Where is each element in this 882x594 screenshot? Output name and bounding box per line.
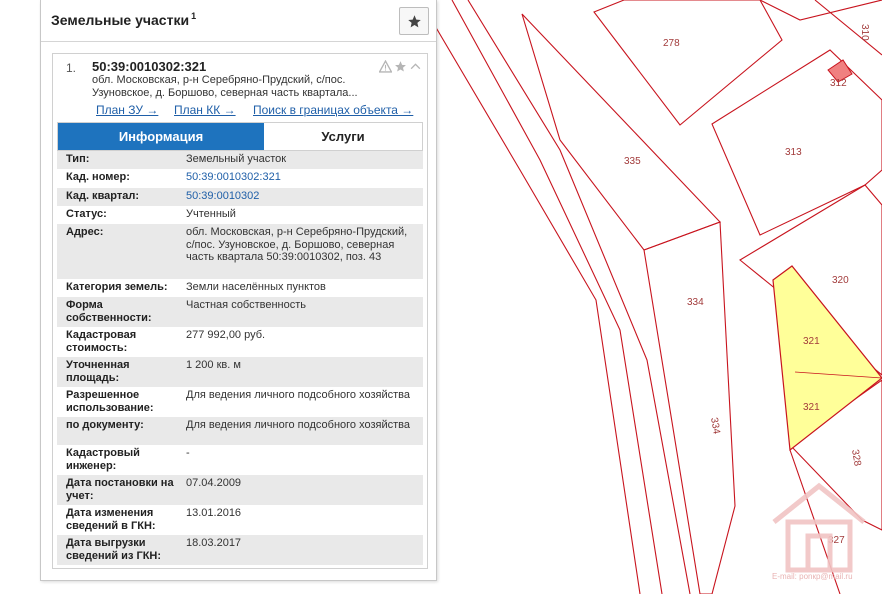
table-row: Кадастровый инженер: - [57,445,423,475]
plot-335[interactable] [521,13,721,251]
result-card: 1. 50:39:0010302:321 обл. Московская, р-… [52,53,428,569]
item-address: обл. Московская, р-н Серебряно-Прудский,… [92,74,358,99]
plot-278[interactable] [593,0,783,126]
watermark-email: E-mail: ponкр@mail.ru [772,572,853,581]
property-key: Дата постановки на учет: [66,477,174,502]
plot-label: 278 [663,38,680,49]
property-key: Адрес: [66,226,104,238]
table-row: Кадастровая стоимость: 277 992,00 руб. [57,327,423,357]
table-row: Адрес: обл. Московская, р-н Серебряно-Пр… [57,224,423,279]
item-index: 1. [66,61,77,75]
property-key: Тип: [66,153,90,165]
plot-label: 334 [708,417,722,436]
property-key: Дата изменения сведений в ГКН: [66,507,156,532]
table-row: Статус: Учтенный [57,206,423,224]
property-value: Земли населённых пунктов [186,281,326,293]
property-key: Кад. номер: [66,171,130,183]
chevron-up-icon[interactable] [409,60,422,78]
property-value: 07.04.2009 [186,477,242,489]
result-count: 1 [191,11,197,21]
plot-label: 321 [803,336,820,347]
favorites-button[interactable] [399,7,429,35]
property-value: Частная собственность [186,299,307,311]
table-row: Категория земель: Земли населённых пункт… [57,279,423,297]
property-key: Статус: [66,208,107,220]
property-key: Категория земель: [66,281,168,293]
plot-label: 320 [832,275,849,286]
table-row: Тип: Земельный участок [57,151,423,169]
property-key: Кадастровый инженер: [66,447,140,472]
property-value: Учтенный [186,208,236,220]
property-value: - [186,447,190,459]
star-icon[interactable] [394,60,407,78]
property-value: 13.01.2016 [186,507,242,519]
table-row: Кад. номер: 50:39:0010302:321 [57,169,423,188]
property-key: Форма собственности: [66,299,152,324]
table-row: по документу: Для ведения личного подсоб… [57,417,423,445]
property-key: Дата выгрузки сведений из ГКН: [66,537,162,562]
plot-334[interactable] [643,221,736,594]
property-key: Разрешенное использование: [66,389,154,414]
search-in-bounds-link[interactable]: Поиск в границах объекта → [253,103,413,117]
plot-label: 312 [830,78,847,89]
plot-label: 334 [687,297,704,308]
cad-quarter-link[interactable]: 50:39:0010302 [186,190,418,203]
property-value: 1 200 кв. м [186,359,241,371]
road-edge [451,0,663,594]
cad-number-link[interactable]: 50:39:0010302:321 [186,171,418,184]
panel-header: Земельные участки 1 [41,0,436,42]
property-value: 18.03.2017 [186,537,242,549]
plot-label: 335 [624,156,641,167]
property-value: Для ведения личного подсобного хозяйства [186,419,410,431]
plot-321-selected[interactable] [772,265,882,452]
property-value: Земельный участок [186,153,287,165]
property-value: обл. Московская, р-н Серебряно-Прудский,… [186,226,408,263]
plan-kk-link[interactable]: План КК → [174,103,236,117]
table-row: Дата выгрузки сведений из ГКН: 18.03.201… [57,535,423,565]
plot-boundary [759,0,882,21]
item-cad-number[interactable]: 50:39:0010302:321 [92,59,206,74]
star-icon [408,15,421,28]
table-row: Разрешенное использование: Для ведения л… [57,387,423,417]
property-key: Кадастровая стоимость: [66,329,137,354]
table-row: Уточненная площадь: 1 200 кв. м [57,357,423,387]
plot-label: 310 [859,24,870,41]
panel-title: Земельные участки 1 [51,11,197,28]
property-value: 277 992,00 руб. [186,329,266,341]
table-row: Дата постановки на учет: 07.04.2009 [57,475,423,505]
plot-label: 321 [803,402,820,413]
warning-icon[interactable] [378,59,393,78]
plot-label: 313 [785,147,802,158]
tabs: Информация Услуги [57,122,423,151]
tab-info[interactable]: Информация [58,123,264,150]
item-tools [378,59,423,74]
results-panel: Земельные участки 1 1. 50:39:0010302:321 … [40,0,437,581]
table-row: Форма собственности: Частная собственнос… [57,297,423,327]
property-key: Кад. квартал: [66,190,140,202]
item-links: План ЗУ → План КК → Поиск в границах объ… [53,103,429,119]
table-row: Дата изменения сведений в ГКН: 13.01.201… [57,505,423,535]
property-key: по документу: [66,419,144,431]
table-row: Кад. квартал: 50:39:0010302 [57,188,423,206]
plot-label: 328 [849,449,863,468]
house-logo-icon [772,482,866,573]
property-key: Уточненная площадь: [66,359,130,384]
plan-zu-link[interactable]: План ЗУ → [96,103,158,117]
tab-services[interactable]: Услуги [264,123,422,150]
property-value: Для ведения личного подсобного хозяйства [186,389,410,401]
